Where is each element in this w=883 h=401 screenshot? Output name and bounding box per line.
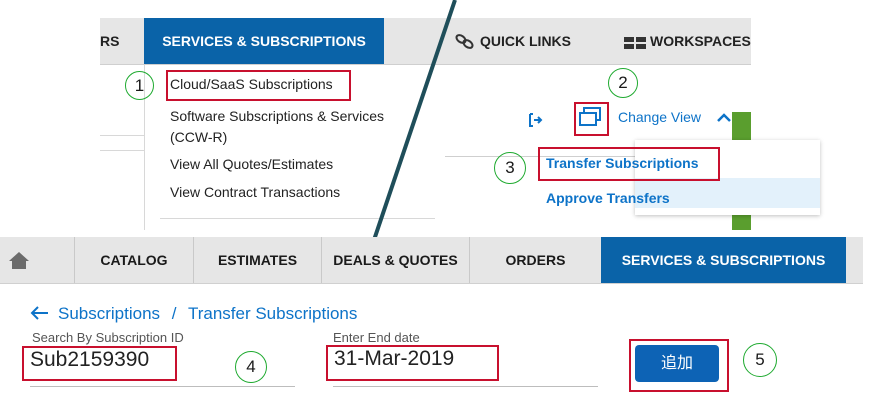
end-date-input[interactable]: 31-Mar-2019 [334,347,454,371]
back-arrow-icon[interactable] [30,305,50,326]
top-screenshot-panel: RS SERVICES & SUBSCRIPTIONS QUICK LINKS … [100,0,820,230]
nav-workspaces[interactable]: WORKSPACES [650,18,751,64]
nav-quick-links[interactable]: QUICK LINKS [480,18,571,64]
breadcrumb-current: Transfer Subscriptions [187,304,358,323]
menu-item-approve-transfers[interactable]: Approve Transfers [546,190,670,206]
step-5-marker: 5 [743,343,777,377]
nav-estimates[interactable]: ESTIMATES [194,237,321,283]
divider [100,150,144,151]
nav-catalog[interactable]: CATALOG [75,237,193,283]
step-2-marker: 2 [608,68,638,98]
top-nav-bar: RS SERVICES & SUBSCRIPTIONS QUICK LINKS … [100,18,751,65]
menu-item-transfer-subscriptions[interactable]: Transfer Subscriptions [546,155,698,171]
bottom-nav-bar: CATALOG ESTIMATES DEALS & QUOTES ORDERS … [0,237,863,284]
workspaces-icon [624,36,646,54]
subscription-id-input[interactable]: Sub2159390 [30,348,149,372]
divider [160,218,435,219]
breadcrumb-subscriptions[interactable]: Subscriptions [58,304,160,323]
breadcrumb-separator: / [171,304,177,323]
nav-deals-quotes[interactable]: DEALS & QUOTES [322,237,469,283]
nav-services-subscriptions[interactable]: SERVICES & SUBSCRIPTIONS [144,18,384,64]
breadcrumb: Subscriptions / Transfer Subscriptions [58,304,357,324]
menu-item-cloud-saas[interactable]: Cloud/SaaS Subscriptions [170,76,333,92]
input-underline [333,386,598,387]
change-view-label[interactable]: Change View [618,109,701,125]
divider [100,135,144,136]
nav-orders[interactable]: ORDERS [470,237,601,283]
step-4-marker: 4 [235,351,267,383]
link-icon [455,33,475,56]
date-label: Enter End date [333,330,420,345]
step-3-marker: 3 [494,152,526,184]
add-button[interactable]: 追加 [635,345,719,382]
change-view-icon[interactable] [579,107,601,132]
chevron-up-icon[interactable] [717,110,731,128]
input-underline [30,386,295,387]
menu-item-view-quotes[interactable]: View All Quotes/Estimates [170,156,333,172]
menu-item-software-subscriptions[interactable]: Software Subscriptions & Services [170,108,384,124]
nav-services-subscriptions[interactable]: SERVICES & SUBSCRIPTIONS [601,237,846,283]
home-icon[interactable] [8,250,30,275]
menu-item-software-subscriptions-ccwr[interactable]: (CCW-R) [170,129,227,145]
menu-item-view-contracts[interactable]: View Contract Transactions [170,184,340,200]
step-1-marker: 1 [125,71,154,100]
search-label: Search By Subscription ID [32,330,184,345]
nav-partial-item[interactable]: RS [100,18,122,64]
export-icon[interactable] [529,113,543,132]
